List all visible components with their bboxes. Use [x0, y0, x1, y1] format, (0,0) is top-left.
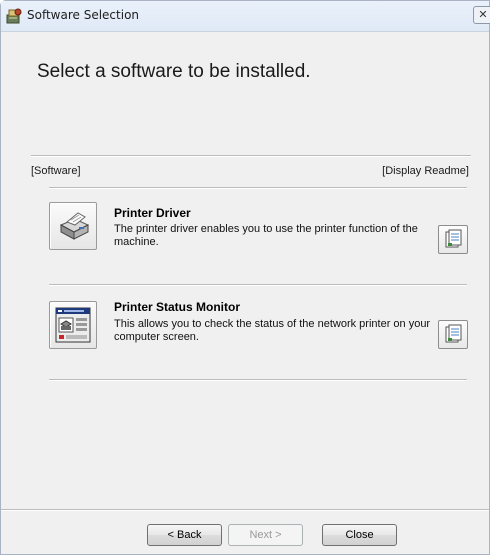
title-bar: Software Selection ✕ — [1, 1, 490, 32]
window-title: Software Selection — [27, 8, 140, 22]
separator-item-2 — [49, 379, 467, 381]
document-icon — [445, 229, 462, 248]
software-column-header: [Software] — [31, 165, 81, 177]
close-button[interactable]: Close — [322, 524, 397, 546]
next-button[interactable]: Next > — [228, 524, 303, 546]
software-selection-window: Software Selection ✕ Select a software t… — [0, 0, 490, 555]
printer-status-monitor-description: This allows you to check the status of t… — [114, 318, 431, 343]
printer-driver-description: The printer driver enables you to use th… — [114, 223, 418, 248]
separator-footer — [1, 509, 489, 511]
display-readme-column-header: [Display Readme] — [382, 165, 469, 177]
printer-driver-title: Printer Driver — [114, 206, 191, 220]
printer-status-monitor-readme-button[interactable] — [438, 320, 468, 349]
printer-driver-button[interactable] — [49, 202, 97, 250]
printer-driver-readme-button[interactable] — [438, 225, 468, 254]
separator-header — [49, 187, 467, 189]
printer-status-monitor-button[interactable] — [49, 301, 97, 349]
status-monitor-icon — [55, 307, 91, 343]
printer-icon — [59, 212, 90, 240]
document-icon — [445, 324, 462, 343]
setup-icon — [5, 7, 23, 25]
separator-item-1 — [49, 284, 467, 286]
page-heading: Select a software to be installed. — [37, 61, 311, 82]
back-button[interactable]: < Back — [147, 524, 222, 546]
printer-status-monitor-title: Printer Status Monitor — [114, 300, 241, 314]
close-icon[interactable]: ✕ — [473, 6, 490, 24]
separator-top — [31, 155, 471, 157]
